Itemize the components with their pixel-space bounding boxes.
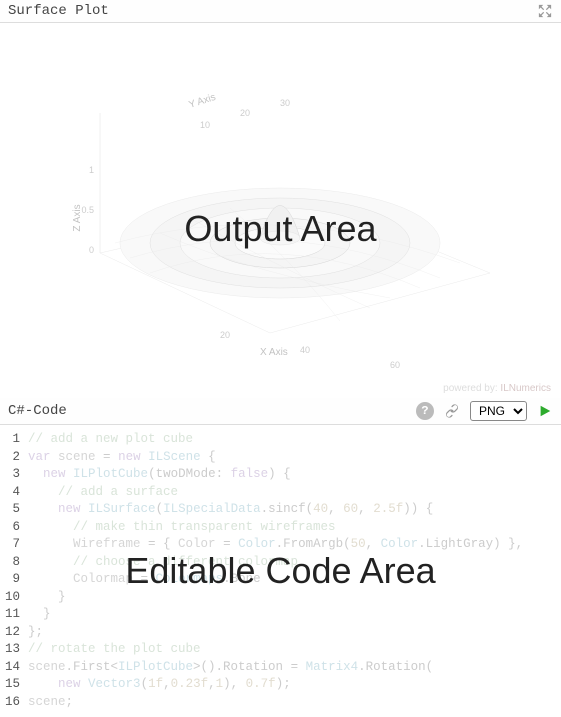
code-line[interactable]: 1// add a new plot cube (4, 431, 561, 449)
svg-text:X Axis: X Axis (260, 347, 288, 358)
code-content[interactable]: // add a new plot cube (28, 431, 193, 449)
svg-text:Z Axis: Z Axis (72, 204, 83, 231)
code-content[interactable]: scene; (28, 694, 73, 712)
code-content[interactable]: }; (28, 624, 43, 642)
code-line[interactable]: 12}; (4, 624, 561, 642)
code-content[interactable]: var scene = new ILScene { (28, 449, 216, 467)
line-number: 14 (4, 659, 28, 677)
line-number: 15 (4, 676, 28, 694)
line-number: 3 (4, 466, 28, 484)
line-number: 10 (4, 589, 28, 607)
code-line[interactable]: 5 new ILSurface(ILSpecialData.sincf(40, … (4, 501, 561, 519)
code-line[interactable]: 4 // add a surface (4, 484, 561, 502)
line-number: 2 (4, 449, 28, 467)
code-content[interactable]: } (28, 606, 51, 624)
code-line[interactable]: 2var scene = new ILScene { (4, 449, 561, 467)
svg-text:Y Axis: Y Axis (188, 92, 218, 111)
line-number: 5 (4, 501, 28, 519)
line-number: 13 (4, 641, 28, 659)
output-panel-header: Surface Plot (0, 0, 561, 23)
plot-output-area[interactable]: 0 0.5 1 Z Axis (0, 23, 561, 398)
code-line[interactable]: 13// rotate the plot cube (4, 641, 561, 659)
line-number: 16 (4, 694, 28, 712)
line-number: 7 (4, 536, 28, 554)
code-area-overlay-label: Editable Code Area (125, 550, 435, 592)
line-number: 9 (4, 571, 28, 589)
powered-by-label: powered by: ILNumerics (443, 383, 551, 394)
code-editor[interactable]: 1// add a new plot cube2var scene = new … (0, 425, 561, 717)
code-content[interactable]: // rotate the plot cube (28, 641, 201, 659)
code-line[interactable]: 16scene; (4, 694, 561, 712)
svg-text:20: 20 (240, 108, 250, 118)
link-icon[interactable] (444, 403, 460, 419)
line-number: 6 (4, 519, 28, 537)
code-content[interactable]: new Vector3(1f,0.23f,1), 0.7f); (28, 676, 291, 694)
code-content[interactable]: new ILSurface(ILSpecialData.sincf(40, 60… (28, 501, 433, 519)
svg-text:30: 30 (280, 98, 290, 108)
line-number: 1 (4, 431, 28, 449)
svg-text:40: 40 (300, 345, 310, 355)
svg-text:0: 0 (89, 245, 94, 255)
line-number: 12 (4, 624, 28, 642)
code-line[interactable]: 15 new Vector3(1f,0.23f,1), 0.7f); (4, 676, 561, 694)
line-number: 8 (4, 554, 28, 572)
svg-text:1: 1 (89, 165, 94, 175)
code-panel-title: C#-Code (8, 403, 67, 419)
line-number: 11 (4, 606, 28, 624)
svg-text:20: 20 (220, 330, 230, 340)
code-content[interactable]: // add a surface (28, 484, 178, 502)
run-icon[interactable] (537, 403, 553, 419)
code-panel-header: C#-Code ? PNGSVGJPG (0, 398, 561, 425)
svg-text:10: 10 (200, 120, 210, 130)
help-icon[interactable]: ? (416, 402, 434, 420)
code-content[interactable]: scene.First<ILPlotCube>().Rotation = Mat… (28, 659, 433, 677)
svg-text:60: 60 (390, 360, 400, 370)
fullscreen-icon[interactable] (537, 3, 553, 19)
code-content[interactable]: // make thin transparent wireframes (28, 519, 336, 537)
svg-text:0.5: 0.5 (81, 205, 94, 215)
code-line[interactable]: 3 new ILPlotCube(twoDMode: false) { (4, 466, 561, 484)
powered-by-brand[interactable]: ILNumerics (500, 383, 551, 394)
code-line[interactable]: 11 } (4, 606, 561, 624)
line-number: 4 (4, 484, 28, 502)
code-content[interactable]: new ILPlotCube(twoDMode: false) { (28, 466, 291, 484)
code-content[interactable]: } (28, 589, 66, 607)
output-panel-title: Surface Plot (8, 3, 109, 19)
code-line[interactable]: 6 // make thin transparent wireframes (4, 519, 561, 537)
output-area-overlay-label: Output Area (184, 208, 376, 250)
export-format-select[interactable]: PNGSVGJPG (470, 401, 527, 421)
code-line[interactable]: 14scene.First<ILPlotCube>().Rotation = M… (4, 659, 561, 677)
